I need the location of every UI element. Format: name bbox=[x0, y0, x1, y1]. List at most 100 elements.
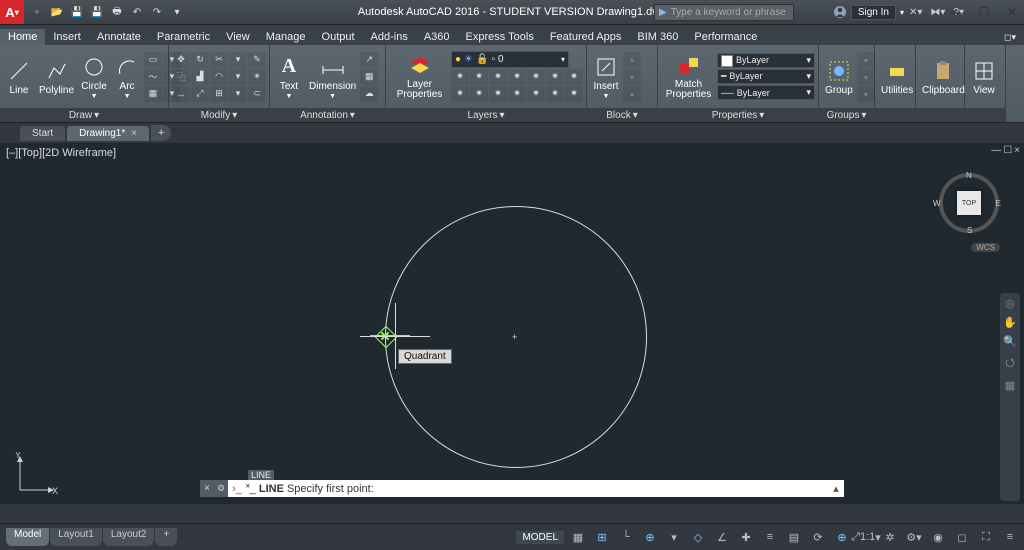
color-dropdown[interactable]: ByLayer▾ bbox=[717, 53, 815, 68]
hatch-icon[interactable]: ▦ bbox=[144, 86, 162, 102]
qat-more-icon[interactable]: ▾ bbox=[168, 3, 186, 21]
lwt-toggle[interactable]: ≡ bbox=[760, 528, 780, 546]
leader-icon[interactable]: ↗ bbox=[360, 52, 378, 68]
osnap-toggle[interactable]: ◇ bbox=[688, 528, 708, 546]
lineweight-dropdown[interactable]: ━ByLayer▾ bbox=[717, 69, 815, 84]
polyline-button[interactable]: Polyline bbox=[36, 56, 77, 98]
fullnav-icon[interactable]: ◎ bbox=[1005, 297, 1015, 310]
vp-max-icon[interactable]: ☐ bbox=[1003, 145, 1012, 156]
insert-block-button[interactable]: Insert▼ bbox=[590, 52, 622, 102]
signin-area[interactable]: Sign In ▾ bbox=[833, 5, 904, 20]
saveas-icon[interactable]: 💾 bbox=[88, 3, 106, 21]
chevron-down-icon[interactable]: ▾ bbox=[94, 110, 99, 121]
save-icon[interactable]: 💾 bbox=[68, 3, 86, 21]
mirror-icon[interactable]: ▟ bbox=[191, 69, 209, 85]
array-icon[interactable]: ⊞ bbox=[210, 86, 228, 102]
close-button[interactable]: ✕ bbox=[1000, 2, 1024, 22]
tab-view[interactable]: View bbox=[218, 29, 258, 45]
help-search[interactable]: ▶Type a keyword or phrase bbox=[654, 4, 794, 21]
layoff-icon[interactable]: ✷ bbox=[451, 69, 469, 85]
tab-output[interactable]: Output bbox=[314, 29, 363, 45]
command-line[interactable]: × ⚙ ›_ ˟_ LINE Specify first point: ▴ bbox=[200, 480, 844, 497]
open-icon[interactable]: 📂 bbox=[48, 3, 66, 21]
3dosnap-toggle[interactable]: ∠ bbox=[712, 528, 732, 546]
tab-bim360[interactable]: BIM 360 bbox=[629, 29, 686, 45]
transparency-toggle[interactable]: ▤ bbox=[784, 528, 804, 546]
snapmode-toggle[interactable]: ⊞ bbox=[592, 528, 612, 546]
tab-manage[interactable]: Manage bbox=[258, 29, 314, 45]
grid-toggle[interactable]: ▦ bbox=[568, 528, 588, 546]
redo-icon[interactable]: ↷ bbox=[148, 3, 166, 21]
modelspace-toggle[interactable]: MODEL bbox=[516, 531, 564, 544]
view-button[interactable]: View bbox=[968, 56, 1000, 98]
minimize-button[interactable]: — bbox=[944, 2, 968, 22]
match-properties-button[interactable]: Match Properties bbox=[661, 51, 716, 102]
cleanscreen-toggle[interactable]: ⛶ bbox=[976, 528, 996, 546]
group-button[interactable]: Group bbox=[822, 56, 856, 98]
undo-icon[interactable]: ↶ bbox=[128, 3, 146, 21]
zoom-icon[interactable]: 🔍 bbox=[1003, 335, 1017, 348]
trim-icon[interactable]: ✂ bbox=[210, 52, 228, 68]
new-icon[interactable]: ▫ bbox=[28, 3, 46, 21]
layout-1[interactable]: Layout1 bbox=[50, 528, 102, 546]
annoscale-label[interactable]: ⤢1:1▾ bbox=[856, 528, 876, 546]
otrack-toggle[interactable]: ✚ bbox=[736, 528, 756, 546]
vp-min-icon[interactable]: — bbox=[991, 145, 1001, 156]
scale-icon[interactable]: ⤢ bbox=[191, 86, 209, 102]
iso-toggle[interactable]: ▾ bbox=[664, 528, 684, 546]
vc-south[interactable]: S bbox=[967, 226, 972, 235]
vc-north[interactable]: N bbox=[966, 171, 972, 180]
polar-toggle[interactable]: ⊕ bbox=[640, 528, 660, 546]
create-block-icon[interactable]: ▫ bbox=[623, 52, 641, 68]
rotate-icon[interactable]: ↻ bbox=[191, 52, 209, 68]
tab-performance[interactable]: Performance bbox=[686, 29, 765, 45]
showmotion-icon[interactable]: ▦ bbox=[1005, 379, 1015, 392]
move-icon[interactable]: ✥ bbox=[172, 52, 190, 68]
ortho-toggle[interactable]: └ bbox=[616, 528, 636, 546]
tab-a360[interactable]: A360 bbox=[416, 29, 458, 45]
exchange-icon[interactable]: ✕▾ bbox=[909, 7, 922, 18]
vc-west[interactable]: W bbox=[933, 199, 941, 208]
close-tab-icon[interactable]: × bbox=[131, 128, 137, 139]
tab-featured[interactable]: Featured Apps bbox=[542, 29, 630, 45]
explode-icon[interactable]: ✶ bbox=[248, 69, 266, 85]
rect-icon[interactable]: ▭ bbox=[144, 52, 162, 68]
layout-model[interactable]: Model bbox=[6, 528, 49, 546]
tab-home[interactable]: Home bbox=[0, 29, 45, 45]
cmd-close-icon[interactable]: × bbox=[200, 480, 214, 497]
cmd-recent-icon[interactable]: ▴ bbox=[828, 482, 844, 495]
line-button[interactable]: Line bbox=[3, 56, 35, 98]
viewcube-top[interactable]: TOP bbox=[957, 191, 981, 215]
drawing-tab[interactable]: Drawing1*× bbox=[67, 126, 149, 141]
viewcube[interactable]: N S E W TOP bbox=[939, 173, 999, 233]
annovisibility-toggle[interactable]: ✲ bbox=[880, 528, 900, 546]
erase-icon[interactable]: ✎ bbox=[248, 52, 266, 68]
workspace-switch[interactable]: ⚙▾ bbox=[904, 528, 924, 546]
copy-icon[interactable]: ⿻ bbox=[172, 69, 190, 85]
layer-dropdown[interactable]: ● ☀ 🔓 ▫ 0 ▾ bbox=[451, 51, 569, 68]
app-logo[interactable]: A▾ bbox=[0, 0, 24, 24]
command-text[interactable]: ˟_ LINE Specify first point: bbox=[246, 483, 828, 495]
table-icon[interactable]: ▦ bbox=[360, 69, 378, 85]
utilities-button[interactable]: Utilities bbox=[878, 56, 916, 98]
circle-button[interactable]: Circle▼ bbox=[78, 52, 110, 102]
offset-icon[interactable]: ⊂ bbox=[248, 86, 266, 102]
tab-addins[interactable]: Add-ins bbox=[363, 29, 416, 45]
start-tab[interactable]: Start bbox=[20, 126, 65, 141]
text-button[interactable]: AText▼ bbox=[273, 52, 305, 102]
dimension-button[interactable]: Dimension▼ bbox=[306, 52, 359, 102]
isolate-toggle[interactable]: ◻ bbox=[952, 528, 972, 546]
viewport-label[interactable]: [–][Top][2D Wireframe] bbox=[6, 147, 116, 159]
maximize-button[interactable]: ☐ bbox=[972, 2, 996, 22]
wcs-label[interactable]: WCS bbox=[971, 243, 1000, 252]
layer-properties-button[interactable]: Layer Properties bbox=[389, 51, 450, 102]
customize-status-icon[interactable]: ≡ bbox=[1000, 528, 1020, 546]
tab-parametric[interactable]: Parametric bbox=[149, 29, 218, 45]
signin-button[interactable]: Sign In bbox=[851, 5, 896, 20]
tab-annotate[interactable]: Annotate bbox=[89, 29, 149, 45]
drawing-viewport[interactable]: [–][Top][2D Wireframe] — ☐ × + Quadrant … bbox=[0, 143, 1024, 504]
ribbon-min-icon[interactable]: ◻▾ bbox=[996, 30, 1024, 45]
cycling-toggle[interactable]: ⟳ bbox=[808, 528, 828, 546]
stretch-icon[interactable]: ↔ bbox=[172, 86, 190, 102]
layout-2[interactable]: Layout2 bbox=[103, 528, 155, 546]
